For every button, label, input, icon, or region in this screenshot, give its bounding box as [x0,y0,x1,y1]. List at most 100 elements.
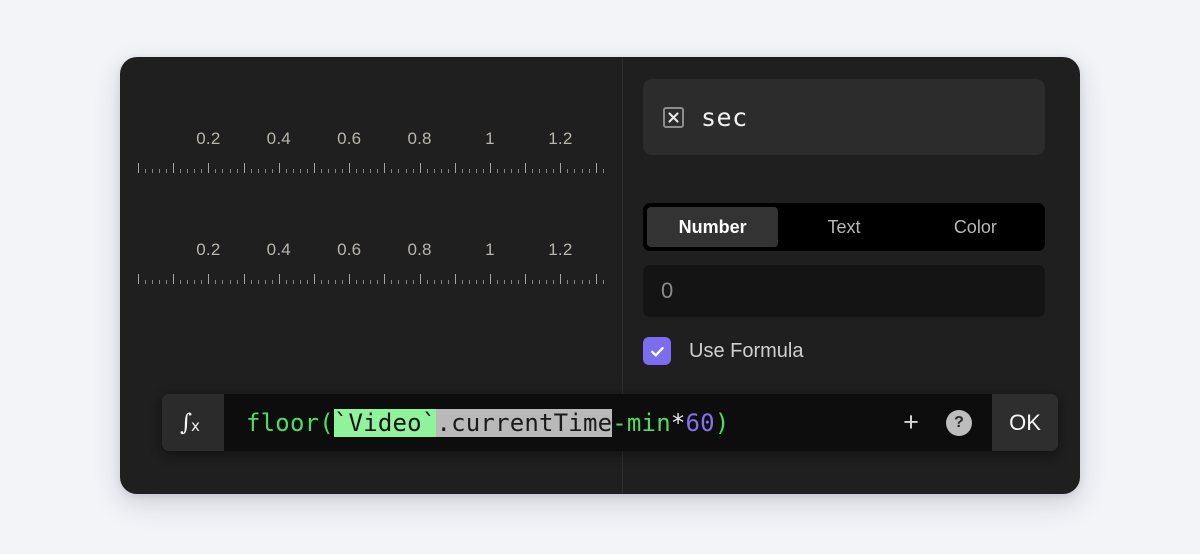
ruler-tick [511,280,513,284]
ruler-tick [278,274,280,284]
ruler-tick [335,280,337,284]
add-button[interactable]: + [894,406,928,440]
ruler-tick [264,280,266,284]
ruler-tick [532,280,534,284]
ruler-tick [504,169,506,173]
ruler-tick [285,280,287,284]
ruler-tick [363,169,365,173]
ruler-tick [243,274,245,284]
ruler-tick [236,280,238,284]
ruler-tick [433,169,435,173]
ruler-tick [138,163,139,173]
ruler-bottom-ticks [130,272,622,284]
ruler-tick [328,280,330,284]
ruler-tick [243,163,245,173]
ruler-tick [440,280,442,284]
ruler-tick [229,169,231,173]
formula-token-open-paren: ( [319,408,334,437]
ruler-tick [602,169,604,173]
ruler-tick-label: 1 [485,240,495,259]
formula-input[interactable]: floor(`Video` .currentTime -min * 60) [224,394,894,451]
ruler-tick [426,280,428,284]
ruler-tick [278,163,280,173]
ruler-tick [138,274,139,284]
ruler-tick [299,280,301,284]
ruler-tick [363,280,365,284]
formula-token-property-selected: .currentTime [436,408,613,437]
ruler-tick [412,169,414,173]
boxed-x-icon [663,106,684,128]
ruler-tick [173,274,175,284]
ruler-tick-label: 0.4 [266,129,291,148]
ruler-tick [567,169,569,173]
ruler-tick [229,280,231,284]
ruler-tick-label: 0.2 [196,129,221,148]
ruler-tick-label: 0.6 [337,129,362,148]
ruler-tick [236,169,238,173]
ruler-tick [440,169,442,173]
ruler-tick-label: 1 [485,129,495,148]
ruler-tick [257,280,259,284]
function-fx-icon[interactable]: ∫ x [162,394,224,451]
ruler-bottom[interactable]: 0.2 0.4 0.6 0.8 1 1.2 [130,240,622,296]
ruler-tick [482,169,484,173]
ruler-tick [264,169,266,173]
ruler-tick [222,280,224,284]
formula-token-function: floor [246,408,320,437]
ok-button[interactable]: OK [992,394,1058,451]
value-type-tabs: Number Text Color [643,203,1045,251]
use-formula-checkbox[interactable] [643,337,671,365]
ruler-tick [328,169,330,173]
ruler-tick [377,280,379,284]
ruler-tick [342,280,344,284]
ruler-tick [321,280,323,284]
use-formula-row[interactable]: Use Formula [643,337,803,365]
ruler-tick [546,169,548,173]
tab-color[interactable]: Color [910,207,1041,247]
ruler-tick [398,169,400,173]
ruler-tick [222,169,224,173]
ruler-tick [511,169,513,173]
ruler-tick [159,169,161,173]
ruler-tick [447,280,449,284]
ruler-tick [370,169,372,173]
ruler-tick [194,280,196,284]
ruler-tick [581,169,583,173]
ruler-tick [560,163,562,173]
ruler-tick [553,169,555,173]
help-icon[interactable]: ? [946,409,972,436]
ruler-tick [349,274,351,284]
ruler-tick [384,274,386,284]
ruler-tick [419,163,421,173]
ruler-tick [391,280,393,284]
ruler-tick [314,274,315,284]
ruler-tick [152,280,154,284]
ruler-tick [250,280,252,284]
ruler-tick [539,169,541,173]
tab-text[interactable]: Text [778,207,909,247]
formula-bar: ∫ x floor(`Video` .currentTime -min * 60) + … [162,394,1058,451]
ruler-tick [166,280,168,284]
ruler-tick [405,280,407,284]
ruler-tick [595,163,597,173]
ruler-tick [145,169,147,173]
ruler-tick-label: 0.8 [407,240,432,259]
ruler-tick [461,169,463,173]
ruler-tick [405,169,407,173]
ruler-tick [306,280,308,284]
ruler-tick [497,280,499,284]
ruler-tick [574,169,576,173]
tab-number[interactable]: Number [647,207,779,247]
ruler-tick [454,274,456,284]
ruler-tick [250,169,252,173]
ruler-tick-label: 0.6 [337,240,362,259]
ruler-top[interactable]: 0.2 0.4 0.6 0.8 1 1.2 [130,129,622,185]
unit-field[interactable]: sec [643,79,1045,155]
value-input[interactable]: 0 [643,265,1045,317]
ruler-tick [602,280,604,284]
ruler-tick [215,280,217,284]
ruler-tick [335,169,337,173]
ruler-tick [567,280,569,284]
ruler-tick [208,163,210,173]
ruler-tick [574,280,576,284]
